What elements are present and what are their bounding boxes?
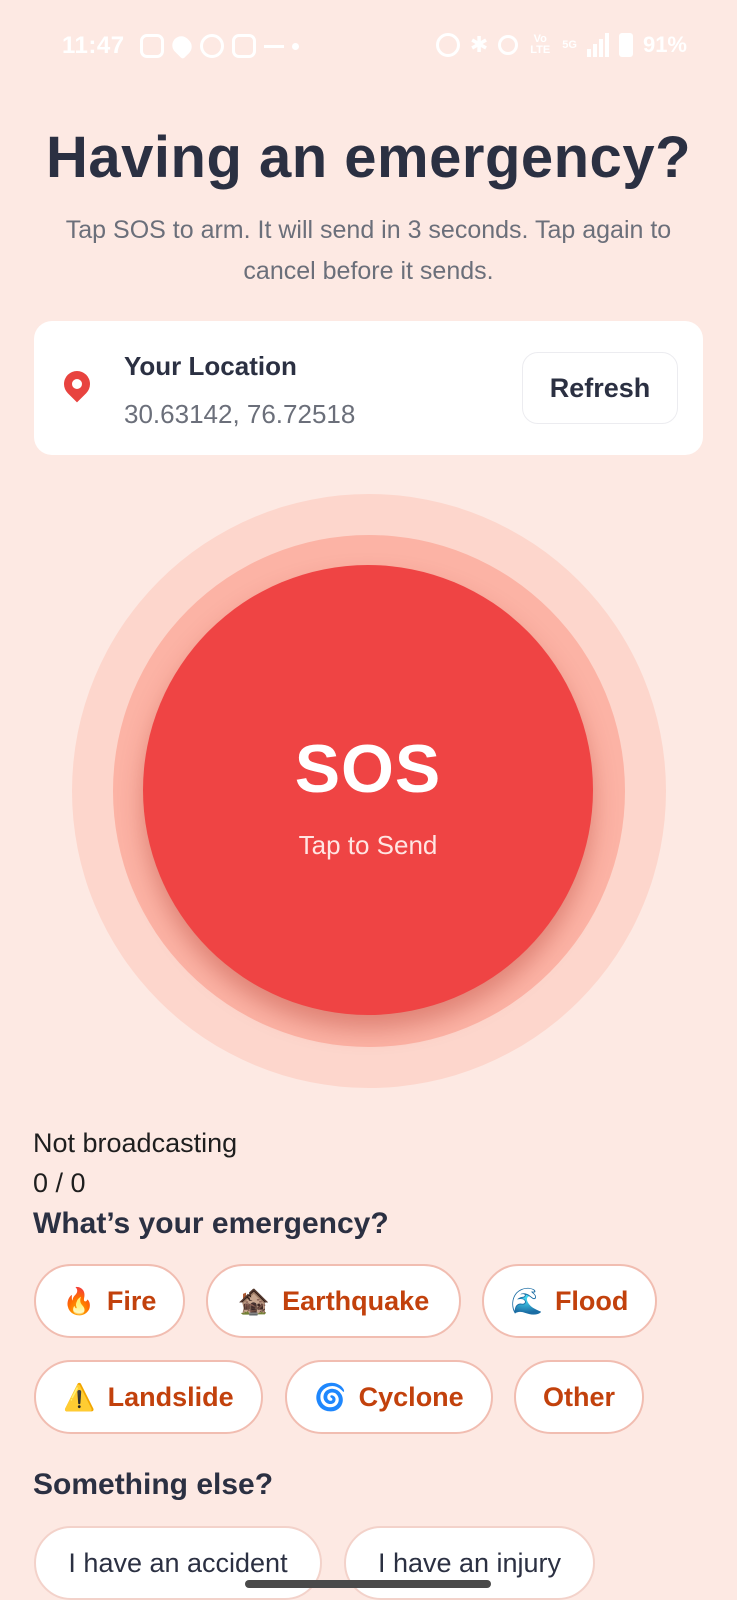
cyclone-icon: 🌀: [314, 1381, 347, 1412]
emergency-chip-flood[interactable]: 🌊 Flood: [482, 1264, 657, 1338]
page-title: Having an emergency?: [46, 125, 691, 190]
accident-button[interactable]: I have an accident: [34, 1526, 322, 1600]
screen: 11:47 ✱ Vo LTE 5G 91% Having an emergenc…: [0, 0, 737, 1600]
fire-icon: 🔥: [62, 1285, 95, 1316]
chip-label: Other: [542, 1381, 615, 1412]
emergency-chip-landslide[interactable]: ⚠️ Landslide: [34, 1360, 263, 1434]
chip-label: Fire: [106, 1285, 157, 1316]
dot-icon: [292, 42, 299, 50]
chip-label: I have an accident: [68, 1547, 288, 1578]
status-time: 11:47: [62, 32, 125, 59]
map-pin-icon: [58, 365, 96, 403]
network-type-label: 5G: [562, 38, 577, 51]
bluetooth-icon: ✱: [469, 32, 489, 57]
location-icon: [498, 35, 519, 55]
page-subtitle: Tap SOS to arm. It will send in 3 second…: [65, 216, 672, 285]
emergency-chip-cyclone[interactable]: 🌀 Cyclone: [285, 1360, 493, 1434]
chip-label: Cyclone: [358, 1381, 464, 1412]
battery-icon: [618, 33, 633, 57]
injury-button[interactable]: I have an injury: [344, 1526, 595, 1600]
home-indicator[interactable]: [245, 1580, 491, 1588]
chip-label: Landslide: [107, 1381, 234, 1412]
heart-icon: [168, 32, 196, 60]
broadcast-counter: 0 / 0: [33, 1168, 86, 1198]
battery-percent: 91%: [642, 32, 687, 57]
dash-icon: [264, 44, 284, 48]
warning-icon: ⚠️: [63, 1381, 96, 1412]
emergency-section-title: What’s your emergency?: [33, 1207, 389, 1240]
chip-label: Flood: [554, 1285, 629, 1316]
notification-icons: [140, 32, 299, 60]
emergency-chip-earthquake[interactable]: 🏚️ Earthquake: [206, 1264, 461, 1338]
instagram-icon: [232, 34, 256, 58]
location-coordinates: 30.63142, 76.72518: [124, 399, 356, 429]
sos-label: SOS: [294, 731, 442, 807]
volte-label: Vo LTE: [530, 33, 551, 56]
system-icons: ✱ Vo LTE 5G 91%: [435, 32, 687, 58]
alarm-icon: [435, 33, 460, 57]
status-bar: 11:47 ✱ Vo LTE 5G 91%: [0, 28, 737, 68]
wave-icon: 🌊: [510, 1285, 543, 1316]
broadcast-status: Not broadcasting: [33, 1128, 238, 1158]
chip-label: Earthquake: [282, 1285, 430, 1316]
location-title: Your Location: [124, 351, 297, 381]
location-card: Your Location 30.63142, 76.72518 Refresh: [34, 321, 703, 455]
emergency-chip-fire[interactable]: 🔥 Fire: [34, 1264, 185, 1338]
whatsapp-icon: [200, 34, 224, 58]
sos-sublabel: Tap to Send: [298, 830, 438, 860]
other-section-title: Something else?: [33, 1468, 274, 1501]
emergency-chip-other[interactable]: Other: [514, 1360, 644, 1434]
instagram-icon: [140, 34, 164, 58]
refresh-button[interactable]: Refresh: [522, 352, 678, 424]
house-icon: 🏚️: [237, 1285, 271, 1316]
sos-button[interactable]: SOS Tap to Send: [143, 565, 593, 1015]
signal-icon: [586, 33, 609, 57]
chip-label: I have an injury: [377, 1547, 562, 1578]
